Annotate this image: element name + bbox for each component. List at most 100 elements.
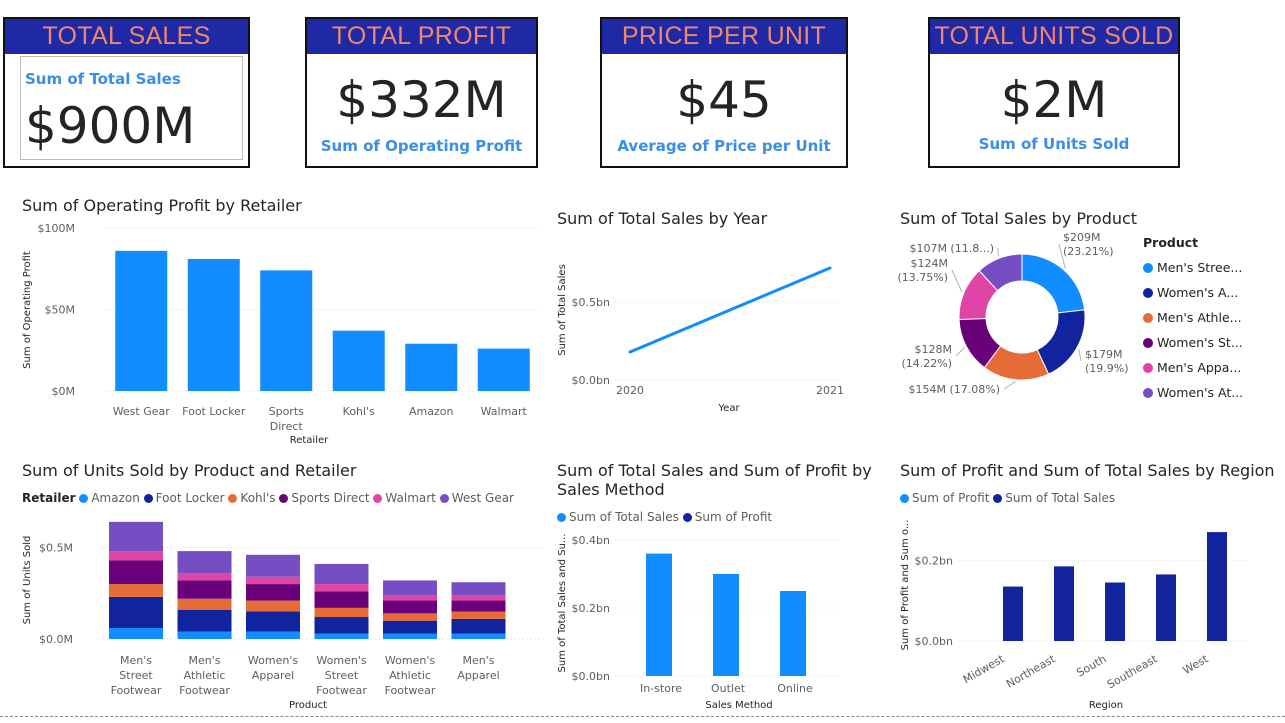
bar-segment[interactable] [246, 600, 300, 612]
leader-line[interactable] [1003, 381, 1016, 390]
x-tick-label: 2021 [816, 384, 844, 397]
bar[interactable] [187, 258, 240, 391]
chart-sales-by-year[interactable]: $0.5bn $0.0bn 2020 2021 Year Sum of Total Sal… [550, 230, 850, 420]
bar[interactable] [260, 270, 313, 391]
bar-segment[interactable] [246, 584, 300, 601]
line-point[interactable] [828, 266, 832, 270]
leader-line[interactable] [1078, 348, 1082, 362]
legend-label: Sports Direct [291, 491, 370, 505]
legend-item[interactable]: Foot Locker [143, 491, 225, 505]
bar-segment[interactable] [109, 628, 163, 639]
legend-item[interactable]: Women's A... [1143, 280, 1243, 305]
bar-segment[interactable] [314, 607, 369, 618]
line-point[interactable] [628, 350, 632, 354]
legend-item[interactable]: Amazon [79, 491, 140, 505]
bar-segment[interactable] [177, 598, 232, 610]
bar-segment[interactable] [451, 633, 506, 639]
bar[interactable] [332, 330, 385, 391]
legend-label: Foot Locker [155, 491, 225, 505]
bar-segment[interactable] [109, 551, 163, 561]
bar[interactable] [115, 250, 168, 391]
bar[interactable] [1156, 574, 1176, 641]
pie-slice[interactable] [1021, 253, 1086, 314]
kpi-value: $332M [336, 71, 507, 129]
chart-title-sales-by-year: Sum of Total Sales by Year [557, 209, 768, 228]
bar[interactable] [780, 591, 806, 676]
bar-segment[interactable] [314, 591, 369, 608]
bar-segment[interactable] [314, 617, 369, 634]
legend-item[interactable]: Walmart [373, 491, 436, 505]
bar-segment[interactable] [246, 611, 300, 632]
bar[interactable] [1207, 532, 1227, 641]
bar[interactable] [1105, 582, 1125, 641]
bar-segment[interactable] [314, 633, 369, 639]
x-tick-label: Women's [248, 654, 298, 667]
bar-segment[interactable] [314, 563, 369, 585]
bar-segment[interactable] [109, 560, 163, 585]
chart-title-line: Sum of Total Sales and Sum of Profit by [557, 461, 872, 480]
leader-line[interactable] [951, 269, 963, 293]
bar-segment[interactable] [314, 584, 369, 592]
bar-segment[interactable] [383, 595, 437, 601]
bar[interactable] [1003, 586, 1023, 641]
legend-item[interactable]: Sum of Profit [682, 510, 772, 524]
x-tick-label: Footwear [316, 684, 367, 697]
chart-profit-by-retailer[interactable]: $100M $50M $0M West Gear Foot Locker Sports Di… [0, 215, 545, 450]
bar-segment[interactable] [109, 521, 163, 552]
bar-segment[interactable] [246, 576, 300, 585]
legend-item[interactable]: Men's Appa... [1143, 355, 1243, 380]
legend-item[interactable]: Men's Stree... [1143, 255, 1243, 280]
leader-line[interactable] [955, 347, 965, 357]
bar-segment[interactable] [383, 613, 437, 621]
kpi-value: $900M [25, 97, 196, 155]
chart-sales-profit-by-method[interactable]: $0.4bn $0.2bn $0.0bn In-store Outlet Online Sa… [550, 528, 850, 716]
y-tick-label: $100M [38, 222, 76, 235]
legend-item[interactable]: Sum of Profit [900, 491, 989, 505]
legend-item[interactable]: Sports Direct [279, 491, 370, 505]
bar[interactable] [405, 343, 458, 391]
legend-label: Amazon [91, 491, 140, 505]
x-tick-label: West [1181, 652, 1212, 677]
kpi-card-total-sales[interactable]: TOTAL SALES Sum of Total Sales $900M [3, 17, 250, 168]
legend-item[interactable]: West Gear [439, 491, 514, 505]
bar-segment[interactable] [451, 595, 506, 601]
series-line[interactable] [629, 266, 831, 354]
kpi-card-total-units-sold[interactable]: TOTAL UNITS SOLD $2M Sum of Units Sold [928, 17, 1180, 168]
bar-segment[interactable] [383, 580, 437, 596]
chart-profit-sales-by-region[interactable]: $0.2bn $0.0bn MidwestNortheast SouthSouthea… [890, 510, 1270, 715]
bar[interactable] [1054, 566, 1074, 641]
bar-segment[interactable] [246, 554, 300, 577]
kpi-card-price-per-unit[interactable]: PRICE PER UNIT $45 Average of Price per … [600, 17, 848, 168]
bar-segment[interactable] [109, 584, 163, 597]
legend-item[interactable]: Sum of Total Sales [557, 510, 679, 524]
bar-segment[interactable] [383, 600, 437, 614]
chart-units-by-product-retailer[interactable]: $0.5M $0.0M Men's Street Footwear Men's Athlet… [0, 510, 545, 715]
bar-segment[interactable] [451, 582, 506, 596]
legend-item[interactable]: Women's St... [1143, 330, 1243, 355]
bar-segment[interactable] [109, 596, 163, 629]
x-tick-label: Foot Locker [182, 405, 246, 418]
kpi-label: Average of Price per Unit [617, 137, 831, 155]
bar[interactable] [646, 553, 672, 676]
bar-segment[interactable] [383, 620, 437, 634]
legend-item[interactable]: Men's Athle... [1143, 305, 1243, 330]
legend-item[interactable]: Kohl's [228, 491, 276, 505]
data-label: $154M (17.08%) [908, 383, 1000, 396]
bar-segment[interactable] [177, 631, 232, 639]
bar-segment[interactable] [246, 631, 300, 639]
bar[interactable] [713, 574, 739, 676]
bar[interactable] [477, 348, 530, 391]
bar-segment[interactable] [451, 611, 506, 619]
bar-segment[interactable] [383, 633, 437, 639]
kpi-card-total-profit[interactable]: TOTAL PROFIT $332M Sum of Operating Prof… [305, 17, 538, 168]
bar-segment[interactable] [177, 551, 232, 574]
chart-sales-by-product[interactable]: $209M(23.21%) $179M(19.9%) $154M (17.08%) $… [880, 230, 1140, 405]
legend-item[interactable]: Women's At... [1143, 380, 1243, 405]
bar-segment[interactable] [177, 609, 232, 632]
bar-segment[interactable] [177, 580, 232, 599]
bar-segment[interactable] [451, 600, 506, 612]
legend-item[interactable]: Sum of Total Sales [993, 491, 1115, 505]
bar-segment[interactable] [177, 573, 232, 581]
bar-segment[interactable] [451, 618, 506, 634]
data-label: (23.21%) [1063, 245, 1114, 258]
